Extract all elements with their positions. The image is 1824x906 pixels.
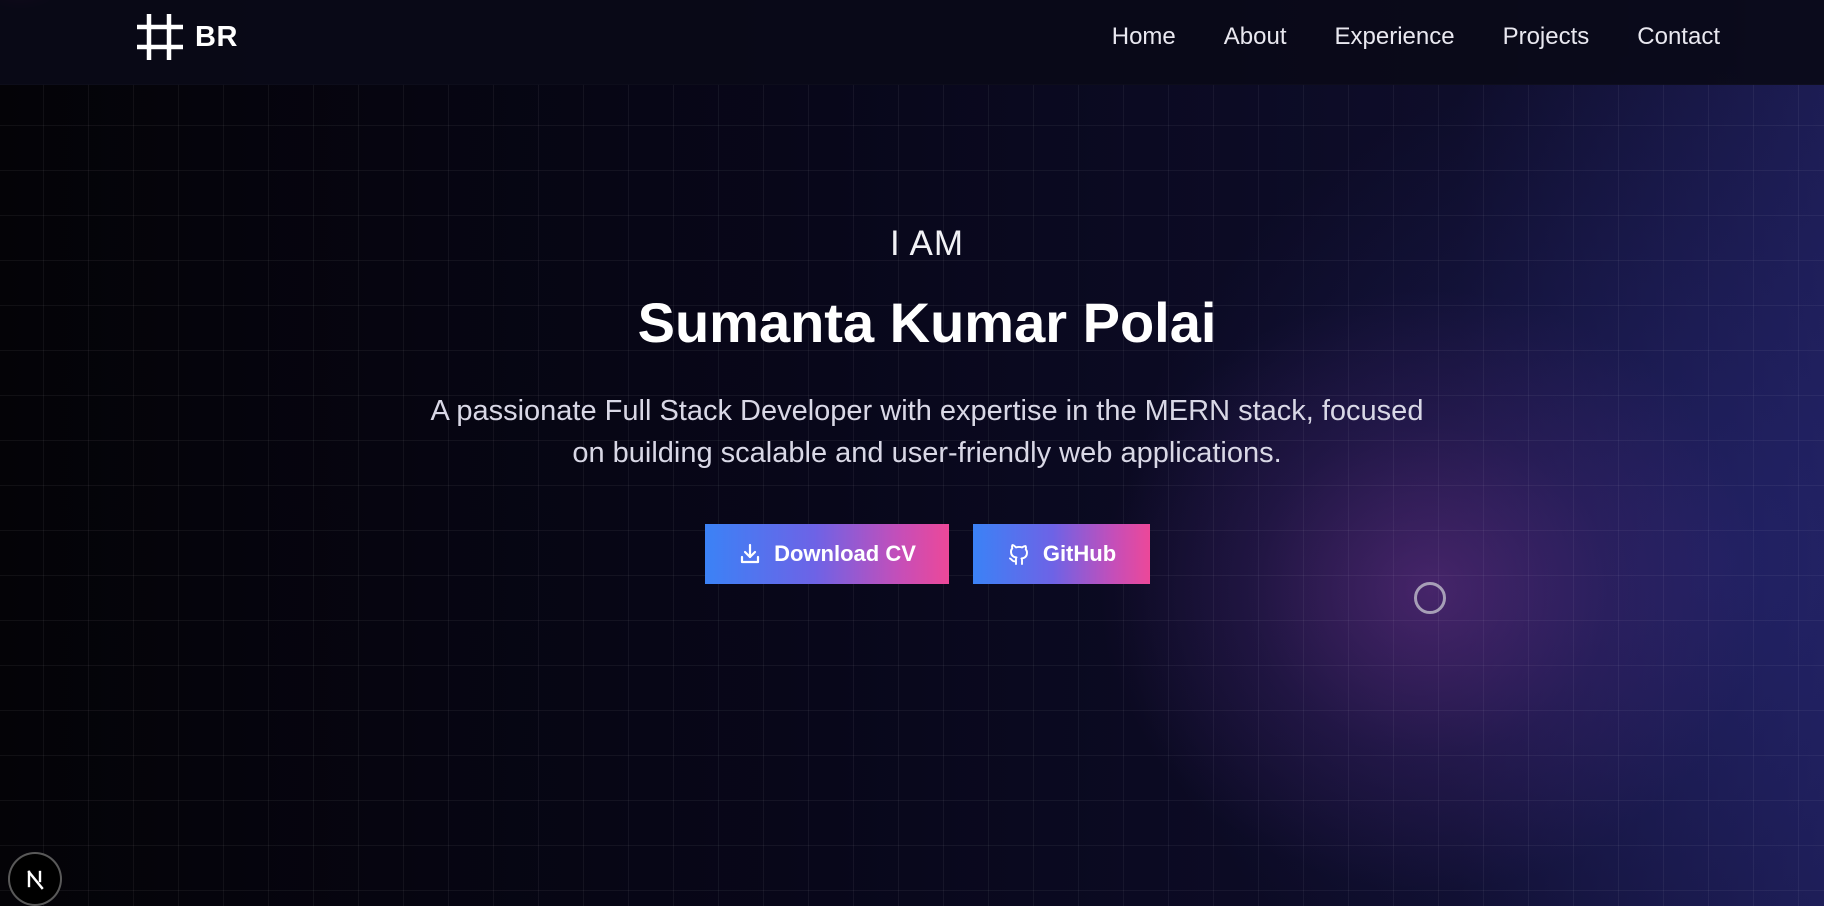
portfolio-page: BR Home About Experience Projects Contac… — [0, 0, 1824, 906]
hash-icon — [137, 14, 183, 60]
hero-description: A passionate Full Stack Developer with e… — [430, 395, 1424, 469]
download-cv-button[interactable]: Download CV — [705, 524, 949, 584]
github-icon — [1007, 542, 1031, 566]
nav-experience[interactable]: Experience — [1335, 20, 1455, 54]
download-icon — [738, 542, 762, 566]
nav-home[interactable]: Home — [1112, 20, 1176, 54]
nav-about[interactable]: About — [1224, 20, 1287, 54]
nav-contact[interactable]: Contact — [1637, 20, 1720, 54]
brand-logo-link[interactable]: BR — [137, 14, 238, 60]
background-grid — [0, 84, 1824, 906]
nextjs-icon — [22, 866, 48, 892]
cursor-ring — [1414, 582, 1446, 614]
github-label: GitHub — [1042, 541, 1117, 566]
nav-projects[interactable]: Projects — [1503, 20, 1590, 54]
nextjs-badge[interactable] — [8, 852, 62, 906]
main-nav: Home About Experience Projects Contact — [1112, 20, 1720, 54]
github-button[interactable]: GitHub — [973, 524, 1150, 584]
hero-kicker: I AM — [889, 224, 965, 263]
hero-name: Sumanta Kumar Polai — [637, 291, 1217, 354]
site-header: BR Home About Experience Projects Contac… — [0, 0, 1824, 85]
brand-text: BR — [195, 20, 238, 53]
download-cv-label: Download CV — [774, 541, 916, 566]
